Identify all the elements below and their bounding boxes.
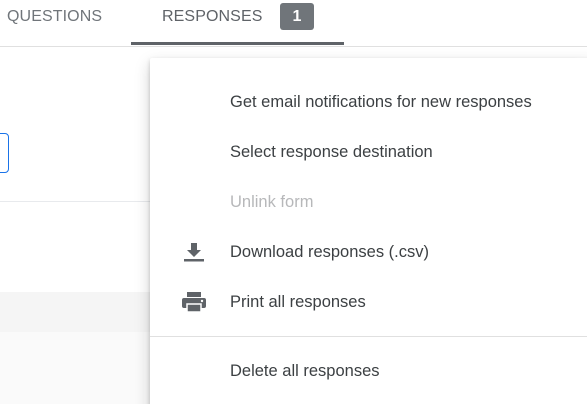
responses-count-badge: 1 <box>280 3 314 30</box>
menu-item-select-destination[interactable]: Select response destination <box>150 132 587 172</box>
download-icon <box>180 240 208 264</box>
background-row <box>0 292 150 332</box>
menu-item-label: Select response destination <box>230 142 433 161</box>
background-row <box>0 332 150 404</box>
menu-divider <box>150 336 587 337</box>
menu-item-label: Get email notifications for new response… <box>230 92 532 111</box>
menu-item-unlink-form: Unlink form <box>150 182 587 222</box>
active-tab-indicator <box>131 42 344 45</box>
tab-questions[interactable]: QUESTIONS <box>7 0 102 46</box>
menu-item-download-csv[interactable]: Download responses (.csv) <box>150 232 587 272</box>
background-button[interactable] <box>0 133 9 173</box>
menu-item-label: Delete all responses <box>230 361 380 380</box>
tab-questions-label: QUESTIONS <box>7 8 103 25</box>
menu-item-label: Unlink form <box>230 192 314 211</box>
menu-item-delete-all[interactable]: Delete all responses <box>150 351 587 391</box>
print-icon <box>180 290 208 314</box>
background-divider <box>0 201 150 202</box>
menu-item-print-all[interactable]: Print all responses <box>150 282 587 322</box>
menu-item-label: Download responses (.csv) <box>230 242 429 261</box>
responses-more-menu: Get email notifications for new response… <box>150 58 587 404</box>
tab-responses-label: RESPONSES <box>162 8 263 25</box>
tab-bar: QUESTIONS RESPONSES 1 <box>0 0 587 47</box>
menu-item-label: Print all responses <box>230 292 366 311</box>
menu-item-email-notifications[interactable]: Get email notifications for new response… <box>150 82 587 122</box>
page: QUESTIONS RESPONSES 1 Get email notifica… <box>0 0 587 404</box>
